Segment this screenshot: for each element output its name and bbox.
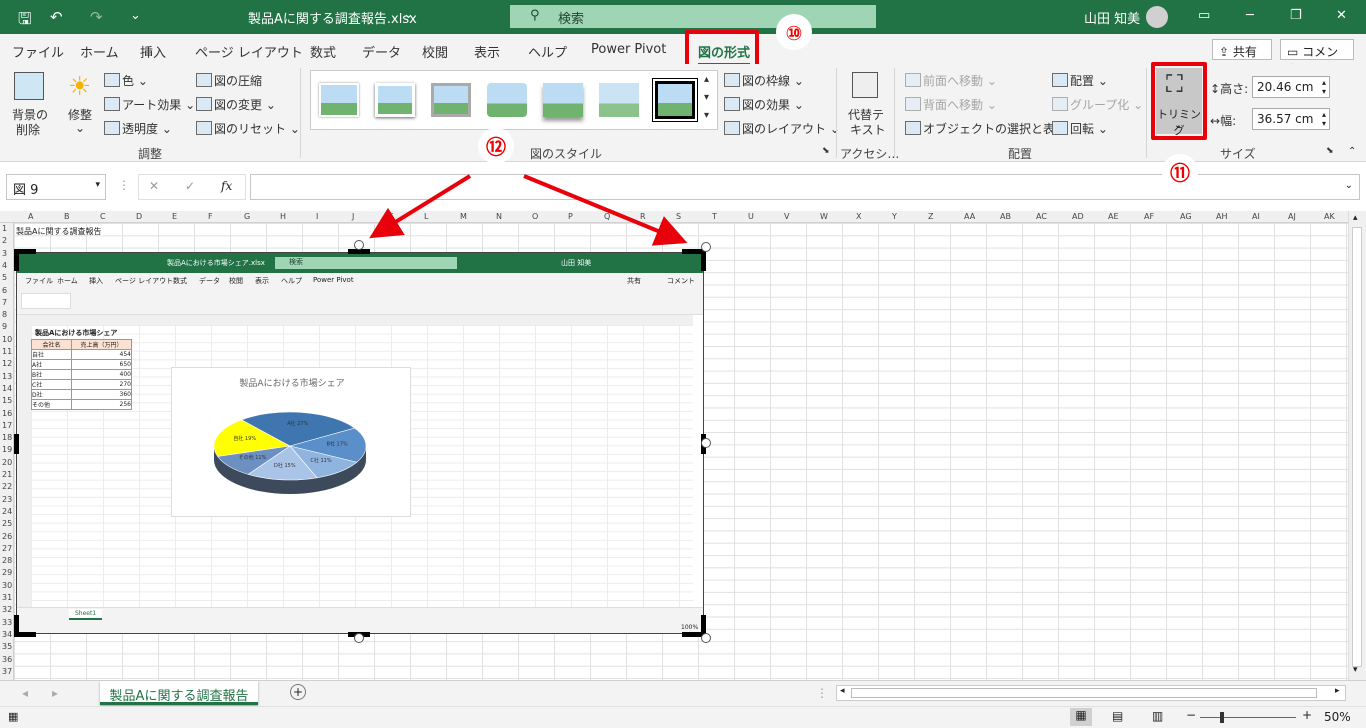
page-layout-view-icon[interactable]: ▤: [1112, 709, 1123, 723]
scroll-left-icon[interactable]: ◂: [840, 686, 845, 696]
macro-record-icon[interactable]: ▦: [8, 710, 18, 723]
prev-sheet-icon[interactable]: ◂: [22, 686, 28, 700]
normal-view-icon[interactable]: ▦: [1070, 708, 1092, 726]
next-sheet-icon[interactable]: ▸: [52, 686, 58, 700]
sheet-tab-bar: ◂ ▸ 製品Aに関する調査報告 + ⋮ ◂ ▸: [0, 680, 1366, 706]
zoom-in-icon[interactable]: +: [1302, 708, 1312, 722]
sheet-tab[interactable]: 製品Aに関する調査報告: [100, 681, 258, 705]
scroll-right-icon[interactable]: ▸: [1335, 686, 1340, 696]
page-break-view-icon[interactable]: ▥: [1152, 709, 1163, 723]
status-bar: ▦ ▦ ▤ ▥ − + 50%: [0, 706, 1366, 728]
horizontal-scrollbar[interactable]: ◂ ▸: [836, 685, 1346, 701]
zoom-slider[interactable]: [1200, 717, 1296, 718]
annotation-arrows: [369, 174, 688, 246]
zoom-level[interactable]: 50%: [1324, 710, 1351, 724]
add-sheet-icon[interactable]: +: [290, 684, 306, 700]
more-icon: ⋮: [816, 686, 828, 700]
zoom-slider-thumb[interactable]: [1220, 712, 1224, 723]
callout-10: ⑩: [776, 14, 812, 50]
scroll-thumb[interactable]: [851, 688, 1317, 698]
callout-12: ⑫: [478, 128, 514, 164]
callout-11: ⑪: [1162, 154, 1198, 190]
zoom-out-icon[interactable]: −: [1186, 708, 1196, 722]
